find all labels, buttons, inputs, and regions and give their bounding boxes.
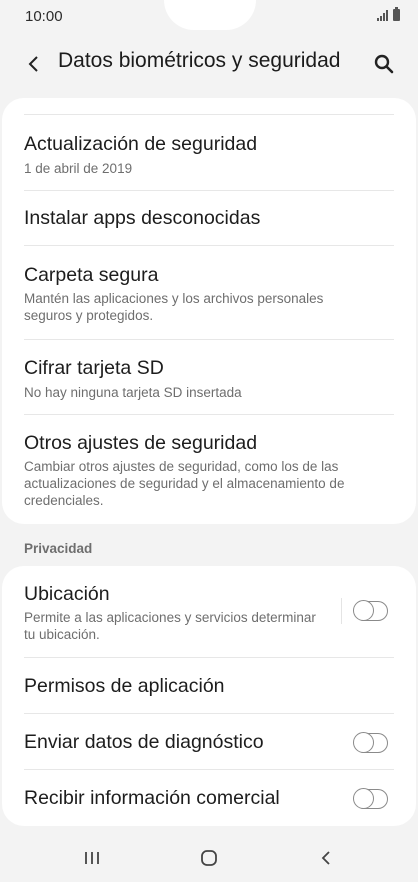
row-title: Recibir información comercial xyxy=(24,787,280,809)
camera-notch xyxy=(164,0,256,30)
row-title: Actualización de seguridad xyxy=(24,133,258,155)
page-title: Datos biométricos y seguridad xyxy=(58,49,341,72)
row-subtitle: Cambiar otros ajustes de seguridad, como… xyxy=(24,459,345,508)
back-button[interactable] xyxy=(18,48,50,80)
search-icon xyxy=(374,54,394,74)
app-permissions-item[interactable]: Permisos de aplicación xyxy=(2,658,416,713)
encrypt-sd-card-item[interactable]: Cifrar tarjeta SD No hay ninguna tarjeta… xyxy=(2,340,416,414)
navigation-bar xyxy=(0,834,418,882)
row-subtitle: 1 de abril de 2019 xyxy=(24,161,133,176)
nav-back-button[interactable] xyxy=(306,844,346,872)
row-title: Carpeta segura xyxy=(24,264,159,286)
row-subtitle: Mantén las aplicaciones y los archivos p… xyxy=(24,291,324,323)
row-title: Enviar datos de diagnóstico xyxy=(24,731,264,753)
privacy-card: Ubicación Permite a las aplicaciones y s… xyxy=(2,566,416,826)
send-diagnostic-data-item[interactable]: Enviar datos de diagnóstico xyxy=(2,714,416,769)
install-unknown-apps-item[interactable]: Instalar apps desconocidas xyxy=(2,191,416,245)
diagnostic-data-toggle[interactable] xyxy=(353,731,388,753)
screen: 10:00 Datos biométricos y seguridad Actu… xyxy=(0,0,418,882)
recent-apps-button[interactable] xyxy=(72,844,112,872)
row-title: Otros ajustes de seguridad xyxy=(24,432,258,454)
row-title: Instalar apps desconocidas xyxy=(24,207,261,229)
security-update-item[interactable]: Actualización de seguridad 1 de abril de… xyxy=(2,115,416,190)
secure-folder-item[interactable]: Carpeta segura Mantén las aplicaciones y… xyxy=(2,246,416,339)
security-card: Actualización de seguridad 1 de abril de… xyxy=(2,98,416,524)
marketing-info-item[interactable]: Recibir información comercial xyxy=(2,770,416,826)
back-arrow-icon xyxy=(28,56,38,72)
recent-apps-icon xyxy=(85,852,99,864)
status-icons xyxy=(377,7,400,21)
home-button[interactable] xyxy=(189,844,229,872)
other-security-settings-item[interactable]: Otros ajustes de seguridad Cambiar otros… xyxy=(2,415,416,524)
row-title: Permisos de aplicación xyxy=(24,675,225,697)
nav-back-icon xyxy=(321,851,330,865)
privacy-section-header: Privacidad xyxy=(24,541,93,556)
row-title: Cifrar tarjeta SD xyxy=(24,357,164,379)
status-time: 10:00 xyxy=(25,8,63,25)
row-subtitle: Permite a las aplicaciones y servicios d… xyxy=(24,610,316,642)
app-bar: Datos biométricos y seguridad xyxy=(0,34,418,94)
signal-icon xyxy=(377,9,388,21)
location-item[interactable]: Ubicación Permite a las aplicaciones y s… xyxy=(2,566,416,657)
search-button[interactable] xyxy=(368,48,400,80)
row-title: Ubicación xyxy=(24,583,110,605)
battery-icon xyxy=(393,7,400,21)
location-toggle[interactable] xyxy=(353,599,388,621)
status-bar: 10:00 xyxy=(0,0,418,34)
row-subtitle: No hay ninguna tarjeta SD insertada xyxy=(24,385,242,400)
marketing-info-toggle[interactable] xyxy=(353,787,388,809)
toggle-separator xyxy=(341,598,342,624)
home-icon xyxy=(201,850,217,866)
